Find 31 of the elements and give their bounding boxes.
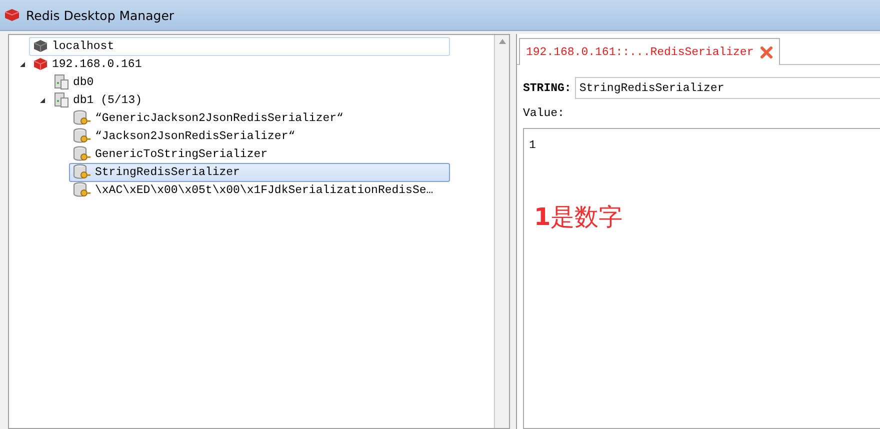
- value-label: Value:: [523, 107, 566, 120]
- key-icon: [73, 110, 91, 126]
- key-icon: [73, 182, 91, 198]
- tree-item[interactable]: “GenericJackson2JsonRedisSerializer“: [69, 108, 450, 128]
- server-icon: [33, 57, 48, 71]
- tree-item[interactable]: GenericToStringSerializer: [69, 144, 450, 164]
- scrollbar[interactable]: [494, 35, 509, 428]
- tree-item[interactable]: db1 (5/13): [49, 90, 450, 110]
- expand-arrow-icon[interactable]: [38, 96, 46, 104]
- app-logo-icon: [4, 7, 20, 23]
- key-name-field[interactable]: StringRedisSerializer: [575, 77, 880, 99]
- key-icon: [73, 128, 91, 144]
- scroll-up-icon[interactable]: [498, 39, 506, 44]
- database-icon: [53, 92, 69, 108]
- tree-item[interactable]: “Jackson2JsonRedisSerializer“: [69, 126, 450, 146]
- value-field[interactable]: 1 1是数字: [523, 128, 880, 429]
- tree-item[interactable]: StringRedisSerializer: [69, 162, 450, 182]
- type-label: STRING:: [523, 82, 572, 94]
- expand-arrow-icon[interactable]: [18, 60, 26, 68]
- server-icon: [33, 39, 48, 53]
- database-icon: [53, 74, 69, 90]
- close-icon[interactable]: [760, 46, 773, 58]
- tree-item[interactable]: localhost: [29, 36, 450, 56]
- tree-item[interactable]: \xAC\xED\x00\x05t\x00\x1FJdkSerializationRedisSe…: [69, 180, 450, 200]
- tab[interactable]: 192.168.0.161::...RedisSerializer: [519, 38, 780, 65]
- key-icon: [73, 146, 91, 162]
- tree-item[interactable]: db0: [49, 72, 450, 92]
- window-title: Redis Desktop Manager: [26, 8, 174, 22]
- key-icon: [73, 164, 91, 180]
- annotation-text: 1是数字: [534, 202, 623, 233]
- tree-item[interactable]: 192.168.0.161: [29, 54, 450, 74]
